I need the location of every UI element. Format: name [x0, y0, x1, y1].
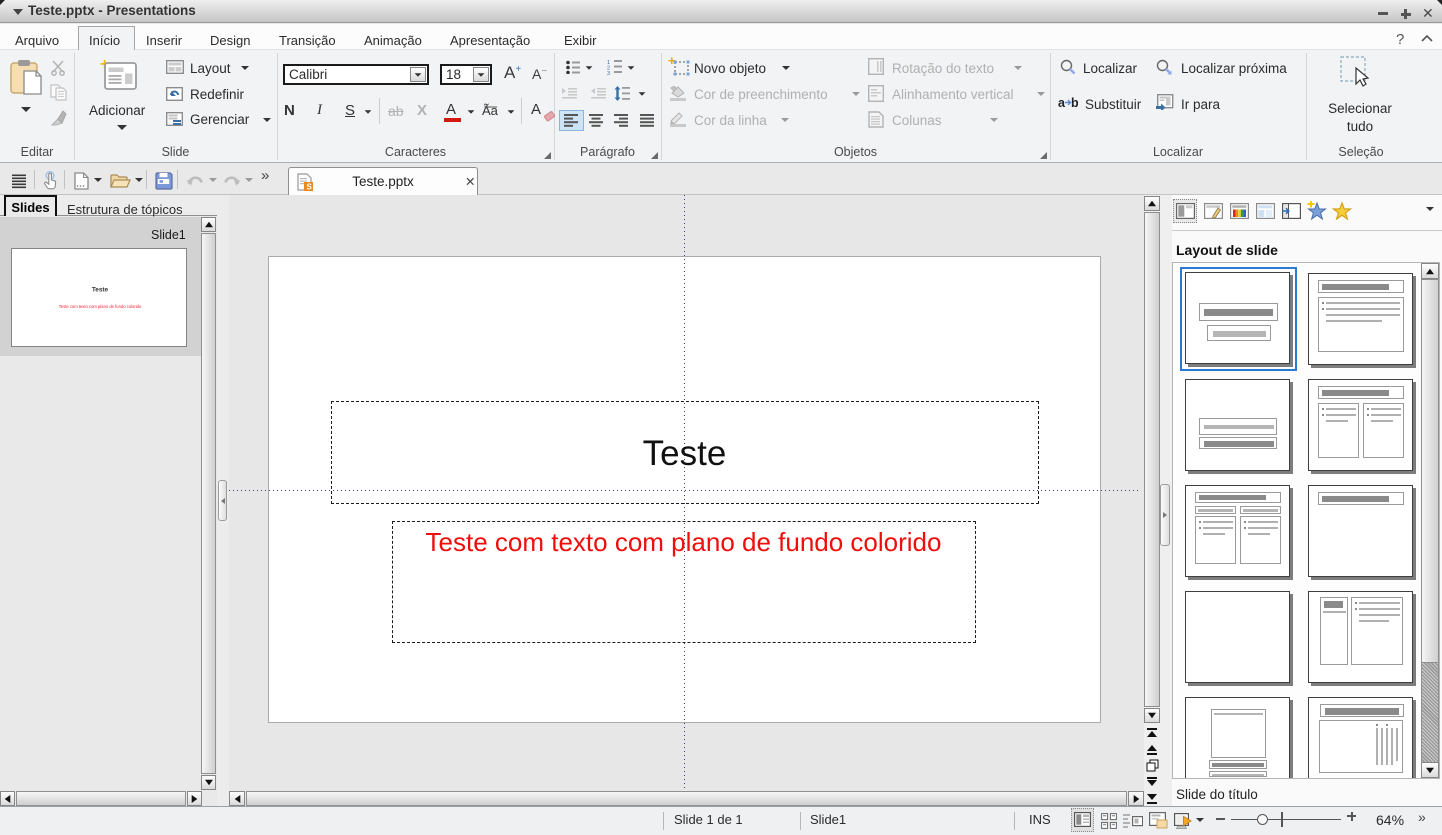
svg-text:3: 3 — [607, 71, 610, 75]
svg-text:b: b — [1071, 96, 1078, 110]
svg-text:a: a — [1058, 96, 1066, 110]
